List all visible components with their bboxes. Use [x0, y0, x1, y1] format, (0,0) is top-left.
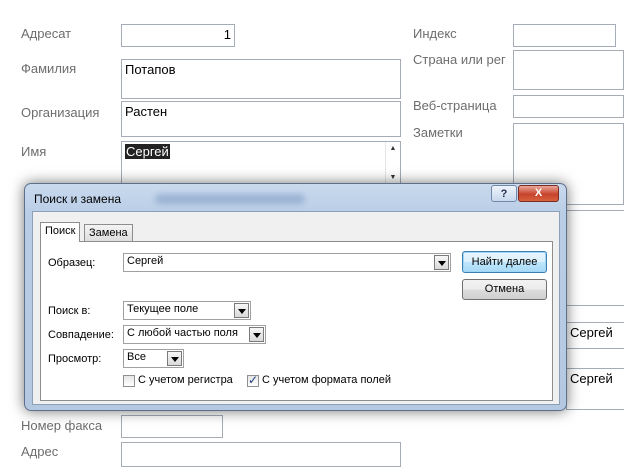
look-in-combo[interactable]: Текущее поле — [123, 301, 251, 320]
help-button[interactable]: ? — [491, 185, 517, 202]
web-page-label: Веб-страница — [413, 98, 497, 113]
match-value: С любой частью поля — [127, 327, 238, 339]
web-page-field[interactable] — [513, 95, 624, 118]
chevron-down-icon[interactable] — [234, 303, 249, 318]
title-bar-blur — [155, 194, 305, 204]
name-label: Имя — [21, 144, 47, 159]
scroll-up-icon[interactable]: ▲ — [390, 145, 397, 152]
right-field-1[interactable] — [566, 210, 624, 306]
name-field-scrollbar[interactable]: ▲ ▼ — [385, 142, 400, 184]
scroll-down-icon[interactable]: ▼ — [390, 174, 397, 181]
close-button[interactable]: X — [518, 185, 559, 202]
match-label: Совпадение: — [48, 329, 114, 341]
chevron-down-icon[interactable] — [167, 351, 182, 366]
find-replace-dialog: Поиск и замена ? X Поиск Замена Образец:… — [24, 183, 567, 411]
chevron-down-icon[interactable] — [434, 255, 449, 270]
right-field-2-value: Сергей — [570, 371, 613, 386]
search-direction-value: Все — [127, 351, 146, 363]
right-field-1-value: Сергей — [570, 325, 613, 340]
fax-label: Номер факса — [21, 418, 103, 433]
tab-find[interactable]: Поиск — [40, 222, 81, 242]
look-in-label: Поиск в: — [48, 305, 91, 317]
address-label: Адрес — [21, 444, 59, 459]
right-field-2[interactable]: Сергей — [566, 322, 624, 349]
find-next-button[interactable]: Найти далее — [462, 251, 547, 273]
find-what-value: Сергей — [127, 255, 164, 267]
find-what-label: Образец: — [48, 257, 96, 269]
surname-label: Фамилия — [21, 61, 77, 76]
match-case-label[interactable]: С учетом регистра — [138, 374, 233, 386]
surname-value: Потапов — [125, 62, 176, 77]
organization-label: Организация — [21, 105, 100, 120]
look-in-value: Текущее поле — [127, 303, 199, 315]
index-field[interactable] — [513, 24, 616, 47]
address-field[interactable] — [121, 442, 401, 467]
search-format-checkbox[interactable] — [247, 373, 259, 387]
organization-field[interactable]: Растен — [121, 101, 401, 137]
search-format-label[interactable]: С учетом формата полей — [262, 374, 391, 386]
tab-panel: Образец: Сергей Найти далее Отмена Поиск… — [40, 241, 553, 401]
dialog-client-area: Поиск Замена Образец: Сергей Найти далее… — [32, 211, 560, 405]
fax-field[interactable] — [121, 415, 223, 438]
right-field-3[interactable]: Сергей — [566, 368, 624, 410]
find-what-combo[interactable]: Сергей — [123, 253, 451, 272]
surname-field[interactable]: Потапов — [121, 59, 401, 99]
addressee-label: Адресат — [21, 26, 72, 41]
addressee-value: 1 — [223, 27, 231, 42]
notes-label: Заметки — [413, 125, 463, 140]
search-direction-combo[interactable]: Все — [123, 349, 184, 368]
index-label: Индекс — [413, 26, 457, 41]
match-combo[interactable]: С любой частью поля — [123, 325, 266, 344]
chevron-down-icon[interactable] — [249, 327, 264, 342]
match-case-checkbox[interactable] — [123, 375, 135, 387]
name-field[interactable]: Сергей ▲ ▼ — [121, 141, 401, 185]
tab-replace[interactable]: Замена — [84, 224, 133, 242]
addressee-field[interactable]: 1 — [121, 24, 235, 47]
organization-value: Растен — [125, 104, 168, 119]
country-field[interactable] — [513, 50, 624, 90]
name-value-selected: Сергей — [125, 144, 170, 159]
cancel-button[interactable]: Отмена — [462, 279, 547, 300]
country-label: Страна или рег — [413, 52, 506, 67]
dialog-title: Поиск и замена — [34, 192, 122, 206]
search-label: Просмотр: — [48, 353, 102, 365]
